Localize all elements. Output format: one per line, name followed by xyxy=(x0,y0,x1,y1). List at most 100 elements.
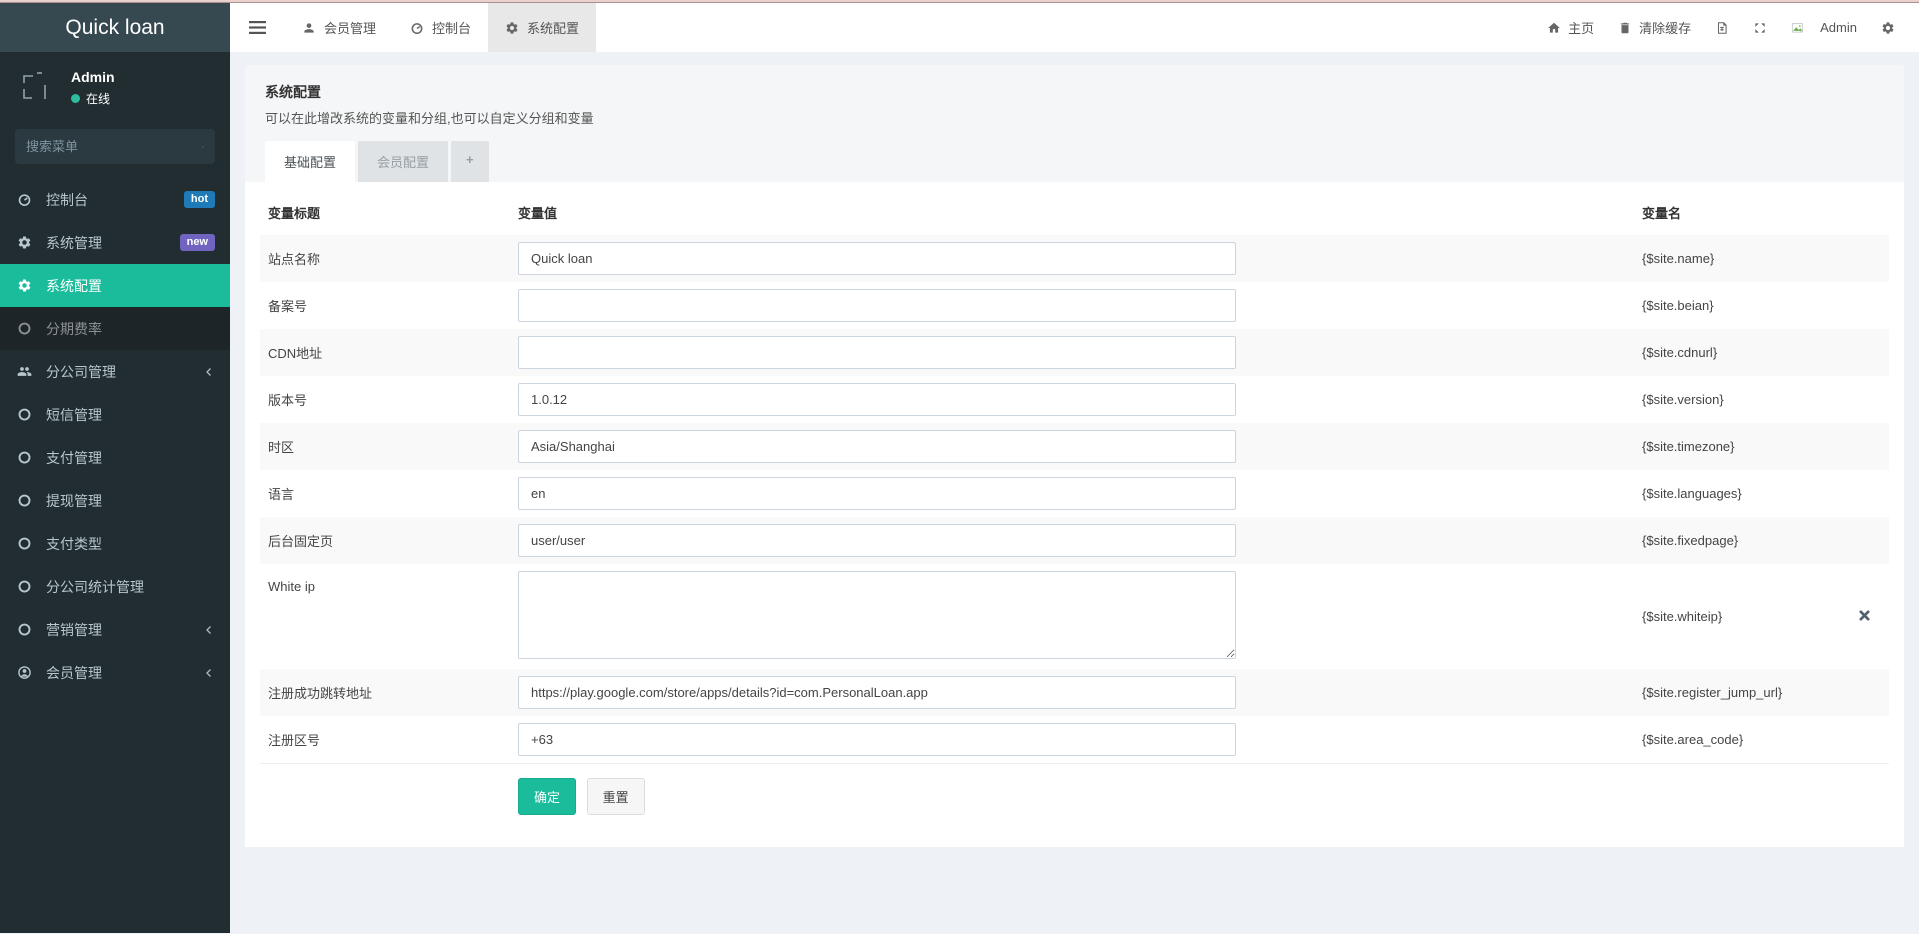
config-group-tabs: 基础配置 会员配置 + xyxy=(265,141,1884,182)
col-header-title: 变量标题 xyxy=(268,206,321,221)
system-admin-submenu: 系统配置 分期费率 xyxy=(0,264,230,350)
circle-o-icon xyxy=(15,536,33,552)
fullscreen-button[interactable] xyxy=(1741,3,1779,52)
circle-o-icon xyxy=(15,622,33,638)
user-menu[interactable]: Admin xyxy=(1779,3,1869,52)
settings-menu-button[interactable] xyxy=(1869,3,1907,52)
delete-variable-button[interactable] xyxy=(1857,607,1872,626)
language-input[interactable] xyxy=(518,477,1236,510)
version-input[interactable] xyxy=(518,383,1236,416)
users-icon xyxy=(15,364,33,380)
sidebar-item-marketing-admin[interactable]: 营销管理 xyxy=(0,608,230,651)
circle-o-icon xyxy=(15,407,33,423)
sidebar-item-payment-admin[interactable]: 支付管理 xyxy=(0,436,230,479)
panel-header: 系统配置 可以在此增改系统的变量和分组,也可以自定义分组和变量 基础配置 会员配… xyxy=(245,65,1904,182)
user-panel: Admin 在线 xyxy=(0,52,230,123)
navbar-right: 主页 清除缓存 Admin xyxy=(1535,3,1919,52)
timezone-input[interactable] xyxy=(518,430,1236,463)
app-title: Quick loan xyxy=(65,15,165,39)
cogs-icon xyxy=(15,235,33,251)
table-row: 语言 {$site.languages} xyxy=(260,470,1889,517)
trash-icon xyxy=(1621,22,1630,33)
site-name-input[interactable] xyxy=(518,242,1236,275)
sidebar-item-dashboard[interactable]: 控制台 hot xyxy=(0,178,230,221)
close-icon xyxy=(1859,610,1870,621)
system-config-panel: 系统配置 可以在此增改系统的变量和分组,也可以自定义分组和变量 基础配置 会员配… xyxy=(245,65,1904,847)
circle-o-icon xyxy=(15,450,33,466)
sidebar-item-member-admin[interactable]: 会员管理 xyxy=(0,651,230,694)
search-input[interactable] xyxy=(26,139,202,154)
tab-dashboard[interactable]: 控制台 xyxy=(393,3,488,52)
search-icon[interactable] xyxy=(202,140,204,154)
language-icon xyxy=(1718,21,1727,34)
gear-icon xyxy=(15,278,33,294)
expand-icon xyxy=(1755,22,1765,33)
sidebar-search xyxy=(15,129,215,164)
top-navbar: 会员管理 控制台 系统配置 主页 清除缓存 Admin xyxy=(230,3,1919,52)
tab-system-config[interactable]: 系统配置 xyxy=(488,3,597,52)
user-icon xyxy=(304,22,314,33)
submit-button[interactable]: 确定 xyxy=(518,778,577,815)
page-content: 系统配置 可以在此增改系统的变量和分组,也可以自定义分组和变量 基础配置 会员配… xyxy=(230,52,1919,933)
new-badge: new xyxy=(179,233,215,252)
sidebar-menu: 控制台 hot 系统管理 new 系统配置 分期费率 分公司管理 短信管理 支付… xyxy=(0,178,230,933)
user-name: Admin xyxy=(71,69,115,85)
home-link[interactable]: 主页 xyxy=(1535,3,1606,52)
user-circle-icon xyxy=(15,665,33,681)
tab-member-config[interactable]: 会员配置 xyxy=(358,141,449,182)
sidebar-item-branch-admin[interactable]: 分公司管理 xyxy=(0,350,230,393)
sidebar-toggle-button[interactable] xyxy=(230,3,285,52)
chevron-left-icon xyxy=(206,668,211,677)
user-status: 在线 xyxy=(71,90,115,107)
add-group-tab[interactable]: + xyxy=(451,141,489,182)
table-row: 后台固定页 {$site.fixedpage} xyxy=(260,517,1889,564)
table-row: CDN地址 {$site.cdnurl} xyxy=(260,329,1889,376)
avatar-broken-image-icon xyxy=(1792,22,1804,33)
tab-basic-config[interactable]: 基础配置 xyxy=(265,141,356,182)
language-switch-button[interactable] xyxy=(1703,3,1741,52)
table-row: 注册成功跳转地址 {$site.register_jump_url} xyxy=(260,669,1889,716)
white-ip-textarea[interactable] xyxy=(518,571,1236,659)
beian-input[interactable] xyxy=(518,289,1236,322)
sidebar-item-system-admin[interactable]: 系统管理 new xyxy=(0,221,230,264)
circle-o-icon xyxy=(15,493,33,509)
register-jump-url-input[interactable] xyxy=(518,676,1236,709)
home-icon xyxy=(1548,22,1560,33)
app-logo[interactable]: Quick loan xyxy=(0,3,230,52)
avatar-broken-image-icon xyxy=(23,72,46,99)
config-table: 变量标题 变量值 变量名 站点名称 {$site.name} xyxy=(260,190,1889,821)
online-dot xyxy=(71,94,80,103)
fixed-page-input[interactable] xyxy=(518,524,1236,557)
area-code-input[interactable] xyxy=(518,723,1236,756)
sidebar-item-payment-type[interactable]: 支付类型 xyxy=(0,522,230,565)
tachometer-icon xyxy=(15,192,33,208)
reset-button[interactable]: 重置 xyxy=(586,778,645,815)
hot-badge: hot xyxy=(183,190,215,209)
table-row: 版本号 {$site.version} xyxy=(260,376,1889,423)
panel-body: 变量标题 变量值 变量名 站点名称 {$site.name} xyxy=(245,182,1904,847)
tab-member-admin[interactable]: 会员管理 xyxy=(285,3,393,52)
table-row: 备案号 {$site.beian} xyxy=(260,282,1889,329)
sidebar-item-sms-admin[interactable]: 短信管理 xyxy=(0,393,230,436)
tachometer-icon xyxy=(411,22,423,34)
sidebar-item-branch-stats[interactable]: 分公司统计管理 xyxy=(0,565,230,608)
table-row: 站点名称 {$site.name} xyxy=(260,235,1889,282)
circle-o-icon xyxy=(15,579,33,595)
table-row: 注册区号 {$site.area_code} xyxy=(260,716,1889,764)
cdn-url-input[interactable] xyxy=(518,336,1236,369)
clear-cache-link[interactable]: 清除缓存 xyxy=(1606,3,1703,52)
sidebar-item-system-config[interactable]: 系统配置 xyxy=(0,264,230,307)
table-row: White ip {$site.whiteip} xyxy=(260,564,1889,669)
form-actions-row: 确定 重置 xyxy=(260,763,1889,821)
page-title: 系统配置 xyxy=(265,84,321,100)
col-header-name: 变量名 xyxy=(1642,206,1682,221)
col-header-value: 变量值 xyxy=(518,206,558,221)
sidebar-item-withdraw-admin[interactable]: 提现管理 xyxy=(0,479,230,522)
chevron-left-icon xyxy=(206,367,211,376)
table-row: 时区 {$site.timezone} xyxy=(260,423,1889,470)
gear-icon xyxy=(506,21,518,34)
circle-o-icon xyxy=(15,321,33,337)
chevron-left-icon xyxy=(206,625,211,634)
cogs-icon xyxy=(1882,21,1894,34)
sidebar-item-installment-rate[interactable]: 分期费率 xyxy=(0,307,230,350)
